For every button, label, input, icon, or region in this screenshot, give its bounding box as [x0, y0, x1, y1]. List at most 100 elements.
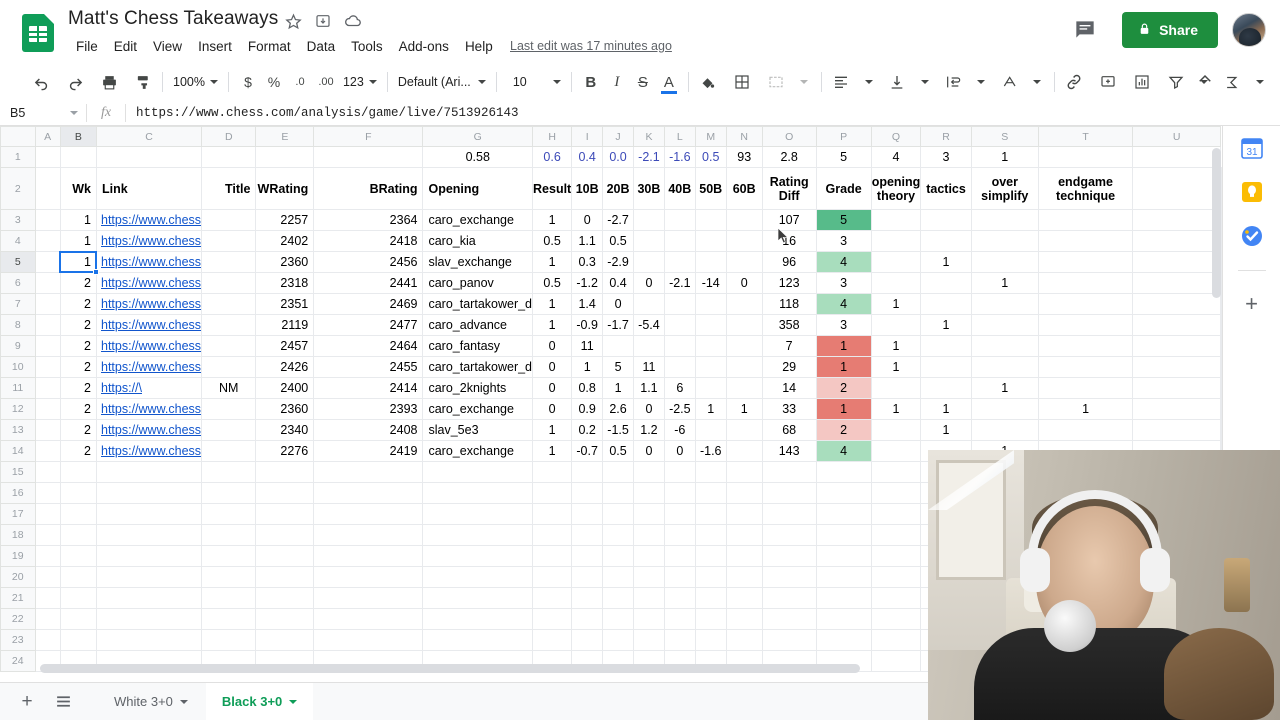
cell-wrating-3[interactable]: 2257	[255, 209, 315, 231]
cell-I23[interactable]	[571, 629, 604, 651]
cell-A18[interactable]	[34, 524, 61, 546]
cell-b30-13[interactable]: 1.2	[633, 419, 665, 441]
cell-wrating-10[interactable]: 2426	[255, 356, 315, 378]
cell-b60-12[interactable]: 1	[725, 398, 763, 420]
cell-brating-4[interactable]: 2418	[313, 230, 424, 252]
cell-opening-theory-3[interactable]	[870, 209, 922, 231]
cell-G15[interactable]	[422, 461, 534, 483]
column-header-l[interactable]: L	[663, 126, 696, 147]
cell-A16[interactable]	[34, 482, 61, 504]
cell-b40-4[interactable]	[663, 230, 696, 252]
cell-opening-5[interactable]: slav_exchange	[422, 251, 534, 273]
keep-notes-icon[interactable]	[1240, 180, 1264, 204]
cell-b10-4[interactable]: 1.1	[571, 230, 604, 252]
cell-b60-4[interactable]	[725, 230, 763, 252]
cell-B21[interactable]	[59, 587, 98, 609]
cell-rating-diff-5[interactable]: 96	[761, 251, 817, 273]
cell-grade-12[interactable]: 1	[815, 398, 872, 420]
cell-b20-4[interactable]: 0.5	[602, 230, 634, 252]
cell-L19[interactable]	[663, 545, 696, 567]
cell-I22[interactable]	[571, 608, 604, 630]
percent-format-button[interactable]: %	[261, 69, 287, 95]
cell-wrating-6[interactable]: 2318	[255, 272, 315, 294]
cell-F23[interactable]	[313, 629, 424, 651]
menu-file[interactable]: File	[68, 36, 106, 57]
cell-grade-4[interactable]: 3	[815, 230, 872, 252]
cell-link-3[interactable]: https://www.chess	[95, 209, 203, 231]
cell-K19[interactable]	[633, 545, 665, 567]
cell-b50-5[interactable]	[694, 251, 727, 273]
cell-result-12[interactable]: 0	[532, 398, 573, 420]
cell-result-13[interactable]: 1	[532, 419, 573, 441]
row-header-3[interactable]: 3	[0, 209, 36, 231]
cell-b50-10[interactable]	[694, 356, 727, 378]
sheet-tab-white-3-0[interactable]: White 3+0	[98, 683, 204, 720]
cell-endgame-technique-3[interactable]	[1037, 209, 1134, 231]
cell-brating-14[interactable]: 2419	[313, 440, 424, 462]
cell-A13[interactable]	[34, 419, 61, 441]
cell-F21[interactable]	[313, 587, 424, 609]
vertical-align-icon[interactable]	[884, 69, 910, 95]
row-header-6[interactable]: 6	[0, 272, 36, 294]
row-header-12[interactable]: 12	[0, 398, 36, 420]
fill-color-icon[interactable]	[695, 69, 721, 95]
row-header-8[interactable]: 8	[0, 314, 36, 336]
table-row[interactable]: 12 2 https://www.chess 2360 2393 caro_exchang…	[0, 398, 1222, 420]
cell-N18[interactable]	[725, 524, 763, 546]
text-wrapping-icon[interactable]	[940, 69, 966, 95]
cell-K21[interactable]	[633, 587, 665, 609]
summary-cell-F[interactable]	[313, 146, 424, 168]
summary-cell-C[interactable]	[95, 146, 203, 168]
share-button[interactable]: Share	[1122, 12, 1218, 48]
cell-b30-11[interactable]: 1.1	[633, 377, 665, 399]
column-label-K[interactable]: 30B	[633, 167, 665, 210]
cell-M16[interactable]	[694, 482, 727, 504]
cell-b30-6[interactable]: 0	[633, 272, 665, 294]
cell-I15[interactable]	[571, 461, 604, 483]
cell-A6[interactable]	[34, 272, 61, 294]
move-to-folder-icon[interactable]	[314, 12, 332, 30]
cell-endgame-technique-10[interactable]	[1037, 356, 1134, 378]
cell-b10-10[interactable]: 1	[571, 356, 604, 378]
bold-button[interactable]: B	[578, 69, 604, 95]
column-header-c[interactable]: C	[95, 126, 203, 147]
cell-I18[interactable]	[571, 524, 604, 546]
cell-b10-14[interactable]: -0.7	[571, 440, 604, 462]
cell-b30-4[interactable]	[633, 230, 665, 252]
row-header-4[interactable]: 4	[0, 230, 36, 252]
cell-P17[interactable]	[815, 503, 872, 525]
cell-I19[interactable]	[571, 545, 604, 567]
cell-b10-6[interactable]: -1.2	[571, 272, 604, 294]
cell-b30-8[interactable]: -5.4	[633, 314, 665, 336]
column-label-A[interactable]	[34, 167, 61, 210]
cell-b20-10[interactable]: 5	[602, 356, 634, 378]
table-row[interactable]: 5 1 https://www.chess 2360 2456 slav_exchange…	[0, 251, 1222, 273]
cell-brating-10[interactable]: 2455	[313, 356, 424, 378]
functions-icon[interactable]	[1219, 69, 1245, 95]
summary-cell-N[interactable]: 93	[725, 146, 763, 168]
cell-rating-diff-10[interactable]: 29	[761, 356, 817, 378]
summary-cell-S[interactable]: 1	[970, 146, 1039, 168]
cell-N17[interactable]	[725, 503, 763, 525]
cell-title-12[interactable]	[201, 398, 257, 420]
cell-opening-theory-13[interactable]	[870, 419, 922, 441]
cell-P15[interactable]	[815, 461, 872, 483]
cell-tactics-6[interactable]	[920, 272, 972, 294]
menu-insert[interactable]: Insert	[190, 36, 240, 57]
cell-b40-10[interactable]	[663, 356, 696, 378]
cell-b60-11[interactable]	[725, 377, 763, 399]
cell-C23[interactable]	[95, 629, 203, 651]
font-family-selector[interactable]: Default (Ari...	[394, 69, 490, 95]
cell-O18[interactable]	[761, 524, 817, 546]
cell-T12[interactable]	[1132, 398, 1221, 420]
cell-wrating-14[interactable]: 2276	[255, 440, 315, 462]
cell-G22[interactable]	[422, 608, 534, 630]
cell-rating-diff-14[interactable]: 143	[761, 440, 817, 462]
column-label-T[interactable]: endgame technique	[1037, 167, 1134, 210]
cell-b60-5[interactable]	[725, 251, 763, 273]
cell-grade-5[interactable]: 4	[815, 251, 872, 273]
cell-b20-12[interactable]: 2.6	[602, 398, 634, 420]
cell-P19[interactable]	[815, 545, 872, 567]
table-row[interactable]: 6 2 https://www.chess 2318 2441 caro_panov 0.5…	[0, 272, 1222, 294]
cell-A8[interactable]	[34, 314, 61, 336]
